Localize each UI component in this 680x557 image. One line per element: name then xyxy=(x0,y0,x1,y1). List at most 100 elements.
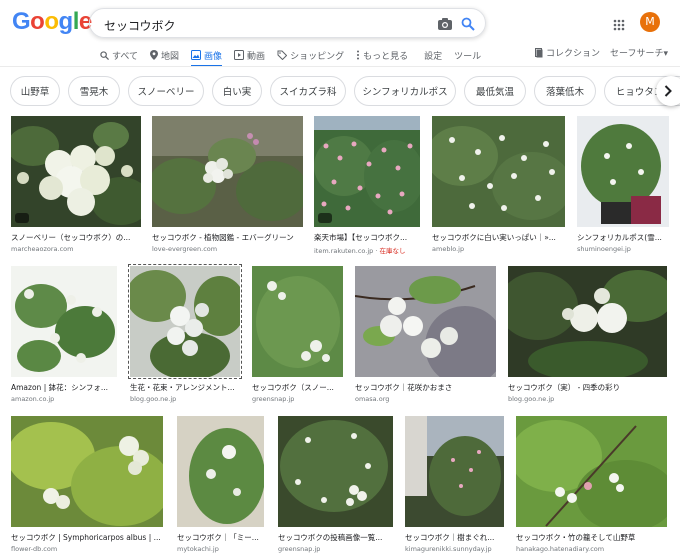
tab-maps[interactable]: 地図 xyxy=(150,45,179,65)
image-result[interactable]: セッコウボク（スノー... greensnap.jp xyxy=(252,266,343,406)
tab-shopping[interactable]: ショッピング xyxy=(277,45,344,65)
camera-icon[interactable] xyxy=(437,16,453,35)
result-thumbnail[interactable] xyxy=(11,266,117,377)
tab-label: 設定 xyxy=(424,51,443,62)
account-avatar[interactable]: M xyxy=(640,12,660,32)
collections-link[interactable]: コレクション xyxy=(535,46,600,59)
image-result[interactable]: シンフォリカルポス(雪... shuminoengei.jp xyxy=(577,116,669,256)
chip[interactable]: スノーベリー xyxy=(128,76,204,106)
chip[interactable]: 雪晃木 xyxy=(68,76,120,106)
tab-videos[interactable]: 動画 xyxy=(234,45,265,65)
chip[interactable]: シンフォリカルポス xyxy=(354,76,456,106)
search-box[interactable]: セッコウボク xyxy=(89,8,486,38)
image-result[interactable]: セッコウボク｜「ミー... mytokachi.jp xyxy=(177,416,264,556)
result-thumbnail[interactable] xyxy=(177,416,264,527)
result-caption[interactable]: 楽天市場】【セッコウボク... xyxy=(314,232,420,243)
tab-label: 動画 xyxy=(247,51,266,62)
result-source: kimagurenikki.sunnyday.jp xyxy=(405,545,492,553)
result-thumbnail[interactable] xyxy=(11,116,141,227)
result-caption[interactable]: セッコウボク｜「ミー... xyxy=(177,532,264,543)
logo-letter: g xyxy=(58,8,74,35)
search-icon[interactable] xyxy=(461,16,475,35)
result-source: shuminoengei.jp xyxy=(577,245,631,253)
result-source: ameblo.jp xyxy=(432,245,465,253)
result-thumbnail[interactable] xyxy=(252,266,343,377)
result-thumbnail[interactable] xyxy=(405,416,504,527)
result-caption[interactable]: セッコウボク（スノー... xyxy=(252,382,343,393)
tab-tools[interactable]: ツール xyxy=(454,45,481,65)
product-tag-icon xyxy=(15,213,29,223)
tab-more[interactable]: もっと見る xyxy=(356,45,408,65)
result-caption[interactable]: セッコウボクの投稿画像一覧... xyxy=(278,532,393,543)
result-caption[interactable]: シンフォリカルポス(雪... xyxy=(577,232,669,243)
chip[interactable]: 白い実 xyxy=(212,76,262,106)
image-result[interactable]: セッコウボク（実） - 四季の彩り blog.goo.ne.jp xyxy=(508,266,667,406)
logo-letter: o xyxy=(30,8,45,35)
result-caption[interactable]: セッコウボク - 植物図鑑 - エバーグリーン xyxy=(152,232,303,243)
result-source: greensnap.jp xyxy=(278,545,321,553)
chip[interactable]: 落葉低木 xyxy=(534,76,596,106)
chevron-right-icon xyxy=(664,85,672,97)
result-caption[interactable]: セッコウボク｜樹まぐれ... xyxy=(405,532,504,543)
search-input[interactable]: セッコウボク xyxy=(104,17,176,34)
result-source: hanakago.hatenadiary.com xyxy=(516,545,605,553)
image-result[interactable]: セッコウボク｜花咲かおまさ omasa.org xyxy=(355,266,496,406)
result-thumbnail[interactable] xyxy=(516,416,667,527)
image-result[interactable]: セッコウボクの投稿画像一覧... greensnap.jp xyxy=(278,416,393,556)
image-result[interactable]: 楽天市場】【セッコウボク... item.rakuten.co.jp · 在庫な… xyxy=(314,116,420,256)
tab-label: 地図 xyxy=(161,51,180,62)
image-result[interactable]: セッコウボク | Symphoricarpos albus | ... flow… xyxy=(11,416,163,556)
search-tabs: すべて 地図 画像 動画 ショッピング もっと見る 設定 ツール xyxy=(100,44,493,67)
map-pin-icon xyxy=(150,50,159,60)
header-divider xyxy=(0,66,680,67)
result-source: mytokachi.jp xyxy=(177,545,219,553)
image-result[interactable]: セッコウボク - 植物図鑑 - エバーグリーン love-evergreen.c… xyxy=(152,116,303,256)
product-tag-icon xyxy=(318,213,332,223)
tab-images[interactable]: 画像 xyxy=(191,45,223,67)
result-thumbnail[interactable] xyxy=(355,266,496,377)
apps-grid-icon[interactable] xyxy=(613,16,625,35)
result-thumbnail[interactable] xyxy=(314,116,420,227)
result-source: flower-db.com xyxy=(11,545,58,553)
safesearch-label: セーフサーチ▾ xyxy=(610,49,668,59)
image-result[interactable]: スノーベリー（セッコウボク）の... marcheaozora.com xyxy=(11,116,141,256)
result-thumbnail[interactable] xyxy=(432,116,565,227)
result-thumbnail[interactable] xyxy=(577,116,669,227)
result-caption[interactable]: セッコウボク・竹の籠そして山野草 xyxy=(516,532,667,543)
chip[interactable]: スイカズラ科 xyxy=(270,76,346,106)
result-source: blog.goo.ne.jp xyxy=(130,395,177,403)
result-thumbnail[interactable] xyxy=(128,264,242,379)
tab-label: もっと見る xyxy=(363,51,409,62)
image-result[interactable]: Amazon | 鉢花：シンフォ... amazon.co.jp xyxy=(11,266,117,406)
chip[interactable]: 山野草 xyxy=(10,76,60,106)
tab-label: すべて xyxy=(112,51,139,62)
result-source: item.rakuten.co.jp · 在庫なし xyxy=(314,247,406,255)
result-caption[interactable]: セッコウボク | Symphoricarpos albus | ... xyxy=(11,532,163,543)
result-thumbnail[interactable] xyxy=(278,416,393,527)
google-logo[interactable]: Google xyxy=(12,8,92,36)
result-source: marcheaozora.com xyxy=(11,245,74,253)
result-caption[interactable]: Amazon | 鉢花：シンフォ... xyxy=(11,382,117,393)
collections-label: コレクション xyxy=(546,49,601,59)
stock-status: 在庫なし xyxy=(379,247,406,255)
result-caption[interactable]: セッコウボク（実） - 四季の彩り xyxy=(508,382,667,393)
result-source: omasa.org xyxy=(355,395,390,403)
tab-label: ショッピング xyxy=(290,51,345,62)
chip[interactable]: 最低気温 xyxy=(464,76,526,106)
image-result[interactable]: セッコウボク｜樹まぐれ... kimagurenikki.sunnyday.jp xyxy=(405,416,504,556)
result-thumbnail[interactable] xyxy=(11,416,163,527)
image-result[interactable]: 生花・花束・アレンジメント... blog.goo.ne.jp xyxy=(128,264,242,406)
result-caption[interactable]: セッコウボクに白い実いっぱい｜»... xyxy=(432,232,565,243)
tab-settings[interactable]: 設定 xyxy=(424,45,442,65)
result-caption[interactable]: セッコウボク｜花咲かおまさ xyxy=(355,382,496,393)
safesearch-menu[interactable]: セーフサーチ▾ xyxy=(610,46,668,59)
tab-all[interactable]: すべて xyxy=(100,45,138,65)
image-result[interactable]: セッコウボク・竹の籠そして山野草 hanakago.hatenadiary.co… xyxy=(516,416,667,556)
result-caption[interactable]: 生花・花束・アレンジメント... xyxy=(130,382,240,393)
right-links: コレクション セーフサーチ▾ xyxy=(535,46,678,59)
chips-next-button[interactable] xyxy=(656,76,680,106)
result-caption[interactable]: スノーベリー（セッコウボク）の... xyxy=(11,232,141,243)
image-result[interactable]: セッコウボクに白い実いっぱい｜»... ameblo.jp xyxy=(432,116,565,256)
result-thumbnail[interactable] xyxy=(508,266,667,377)
result-thumbnail[interactable] xyxy=(152,116,303,227)
